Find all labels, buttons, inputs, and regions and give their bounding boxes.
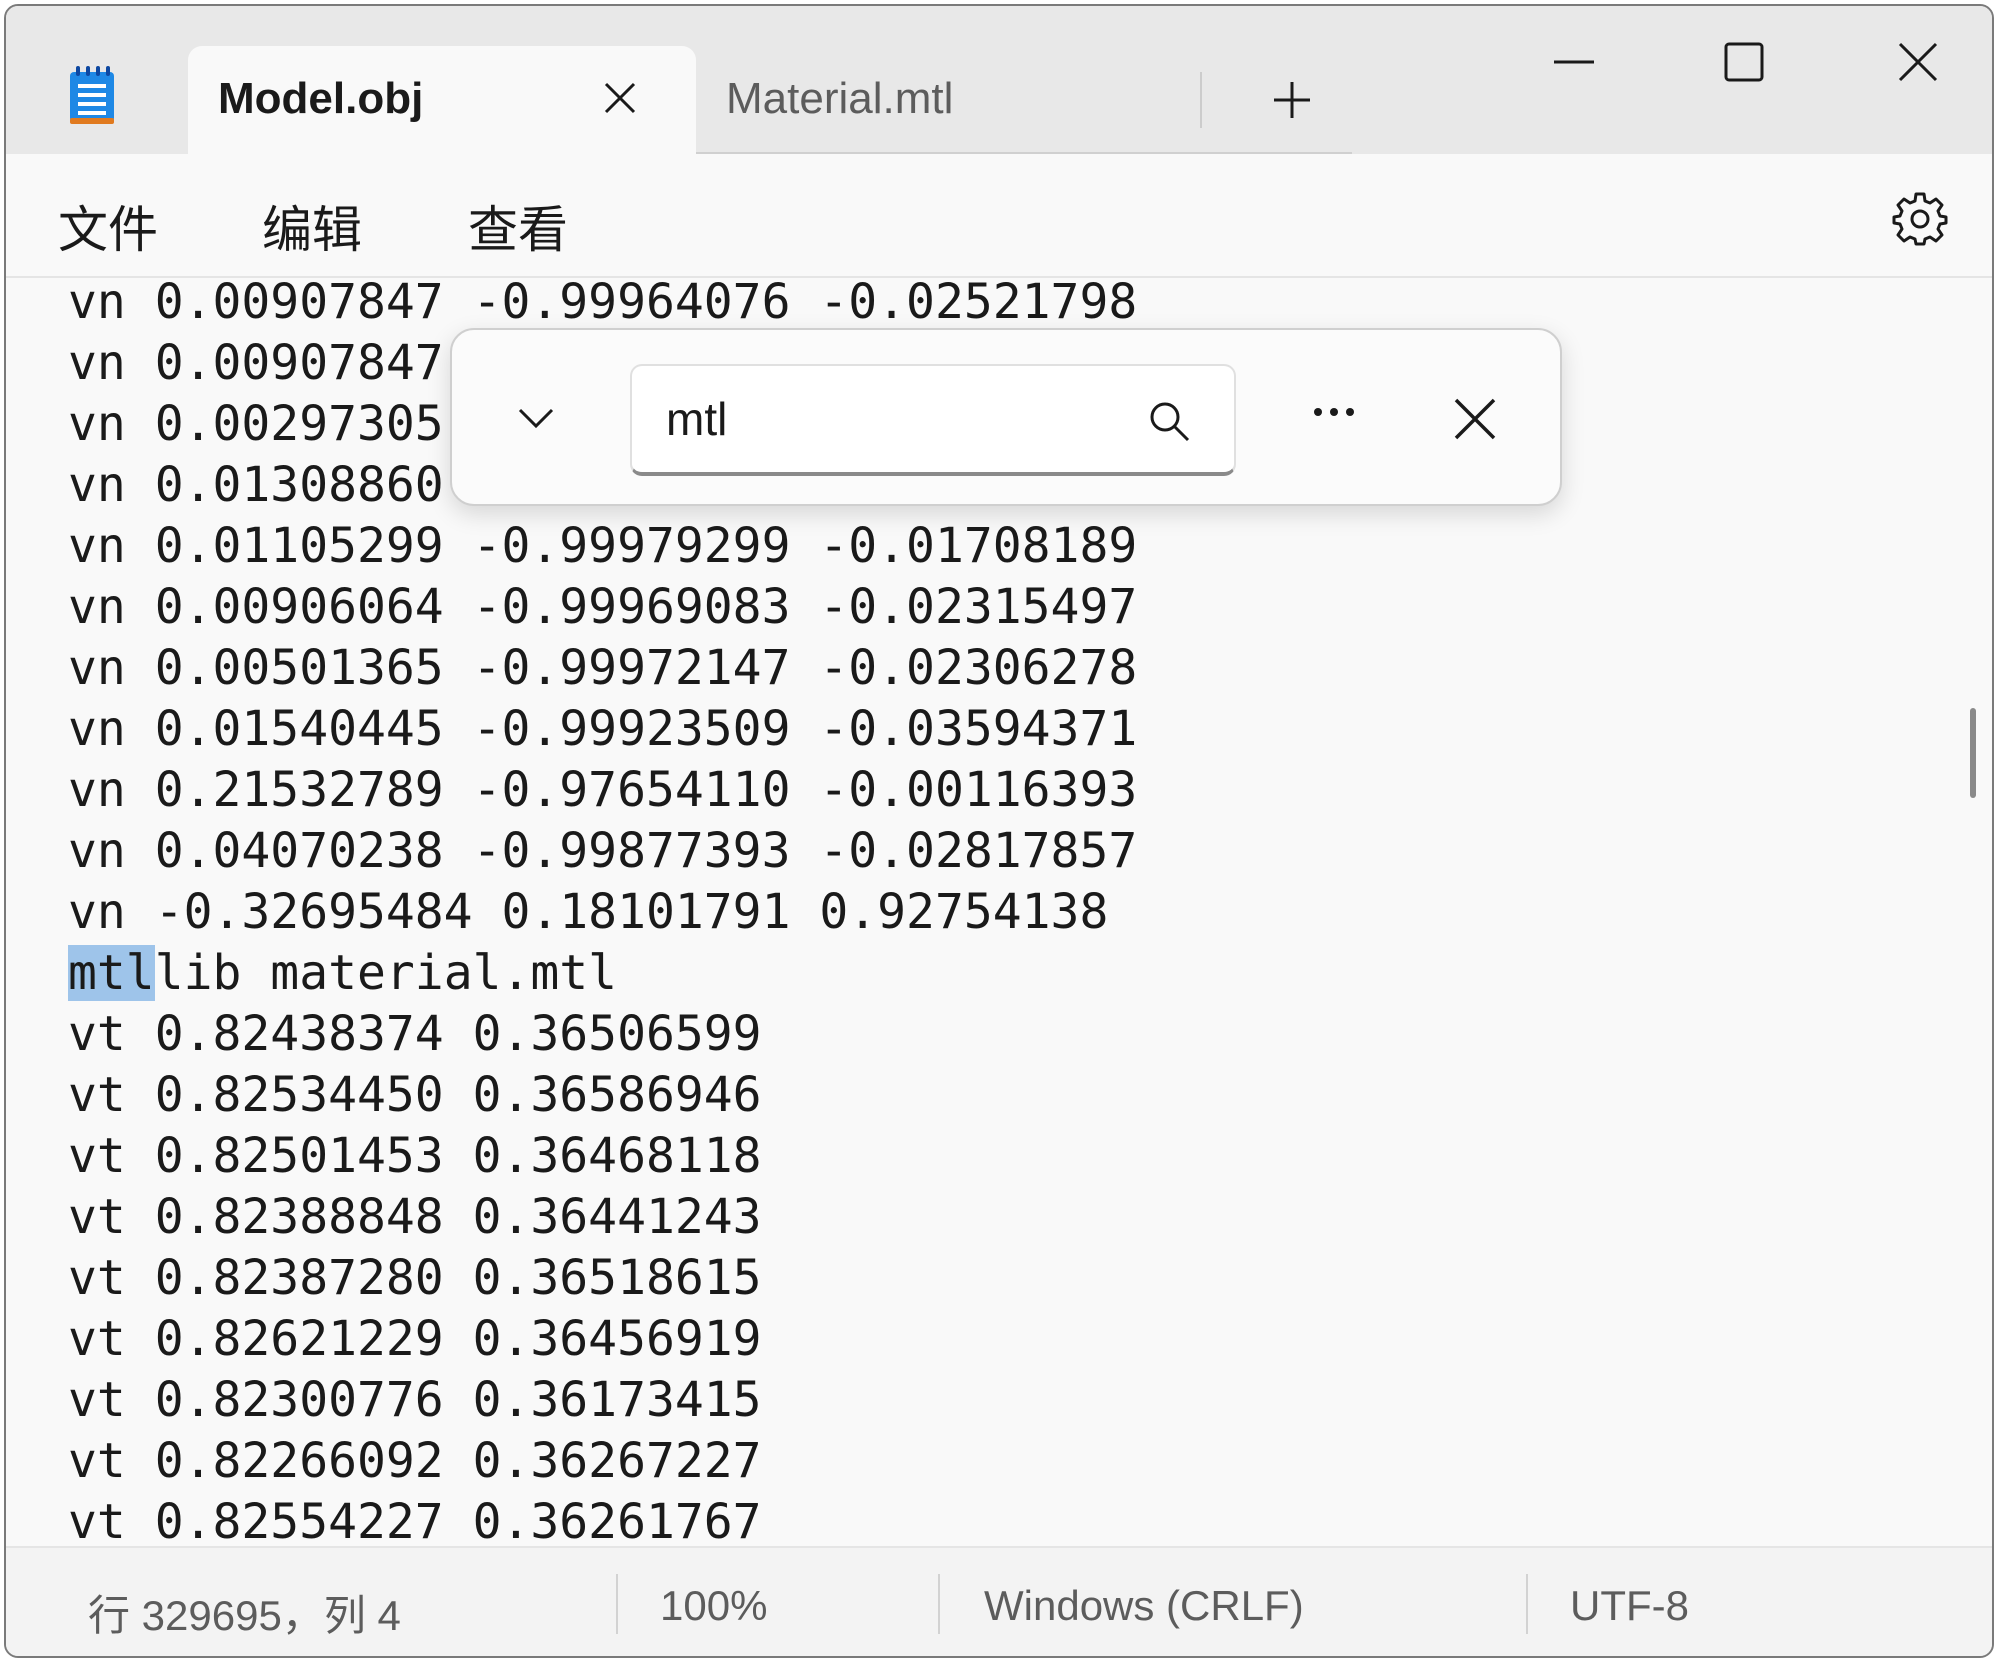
menu-edit[interactable]: 编辑 [262,190,362,262]
zoom-level[interactable]: 100% [660,1582,767,1630]
vertical-scrollbar[interactable] [1970,708,1976,798]
search-match-highlight: mtl [68,945,155,1001]
text-line: vt 0.82388848 0.36441243 [68,1189,762,1245]
find-input[interactable] [666,384,1126,454]
menu-file[interactable]: 文件 [58,190,158,262]
text-line: vt 0.82621229 0.36456919 [68,1311,762,1367]
status-bar: 行 329695，列 4 100% Windows (CRLF) UTF-8 [6,1546,1992,1656]
close-icon[interactable] [1892,36,1944,88]
notepad-icon [68,66,116,126]
text-line: vt 0.82501453 0.36468118 [68,1128,762,1184]
text-line: vn 0.01540445 -0.99923509 -0.03594371 [68,701,1138,757]
text-line: vt 0.82387280 0.36518615 [68,1250,762,1306]
text-line: vn -0.32695484 0.18101791 0.92754138 [68,884,1109,940]
encoding[interactable]: UTF-8 [1570,1582,1689,1630]
menu-view[interactable]: 查看 [468,190,568,262]
chevron-down-icon[interactable] [512,394,560,442]
text-line: vt 0.82534450 0.36586946 [68,1067,762,1123]
text-line: vn 0.00297305 [68,396,444,452]
text-line: vn 0.01105299 -0.99979299 -0.01708189 [68,518,1138,574]
text-line: vt 0.82266092 0.36267227 [68,1433,762,1489]
text-line-match: mtllib material.mtl [68,943,617,1004]
status-divider [616,1574,618,1634]
menu-bar: 文件 编辑 查看 [6,154,1992,278]
maximize-icon[interactable] [1718,36,1770,88]
status-divider [1526,1574,1528,1634]
tab-divider [1200,72,1202,128]
minimize-icon[interactable] [1548,36,1600,88]
find-panel [450,328,1562,506]
close-tab-icon[interactable] [600,78,640,118]
find-input-box[interactable] [630,364,1236,476]
search-icon[interactable] [1146,398,1192,444]
tab-model-obj[interactable]: Model.obj [188,46,696,154]
more-icon[interactable] [1304,392,1364,432]
text-line: vt 0.82300776 0.36173415 [68,1372,762,1428]
text-line: vn 0.00907847 [68,335,444,391]
text-line: vn 0.00501365 -0.99972147 -0.02306278 [68,640,1138,696]
plus-icon[interactable] [1270,78,1314,122]
gear-icon[interactable] [1892,190,1948,246]
notepad-window: Model.obj Material.mtl 文件 编辑 查看 vn 0.009… [4,4,1994,1658]
text-line: vn 0.00907847 -0.99964076 -0.02521798 [68,278,1138,330]
text-line: vn 0.21532789 -0.97654110 -0.00116393 [68,762,1138,818]
text-line: vn 0.01308860 [68,457,444,513]
status-divider [938,1574,940,1634]
text-line-rest: lib material.mtl [154,945,618,1001]
text-line: vt 0.82554227 0.36261767 [68,1494,762,1546]
tab-label: Model.obj [218,74,424,123]
title-bar[interactable]: Model.obj Material.mtl [6,6,1992,154]
text-line: vn 0.04070238 -0.99877393 -0.02817857 [68,823,1138,879]
line-ending[interactable]: Windows (CRLF) [984,1582,1304,1630]
text-line: vt 0.82438374 0.36506599 [68,1006,762,1062]
text-line: vn 0.00906064 -0.99969083 -0.02315497 [68,579,1138,635]
close-icon[interactable] [1450,394,1500,444]
tab-label: Material.mtl [726,74,954,123]
tab-material-mtl[interactable]: Material.mtl [696,46,1204,154]
cursor-position[interactable]: 行 329695，列 4 [88,1582,401,1643]
